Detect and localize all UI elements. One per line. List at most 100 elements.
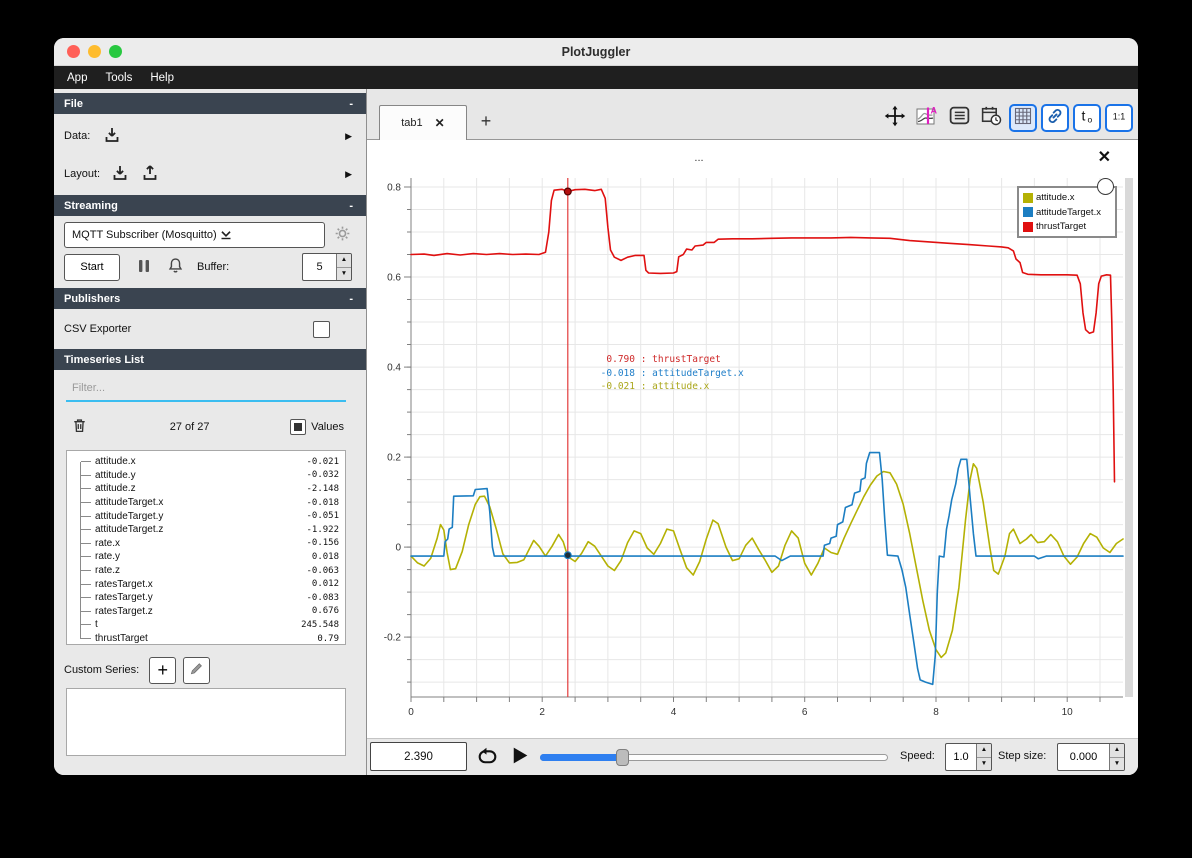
legend-entry[interactable]: thrustTarget bbox=[1023, 221, 1111, 232]
filter-input[interactable] bbox=[66, 376, 346, 400]
t0-icon: to bbox=[1077, 106, 1097, 131]
maximize-window-button[interactable] bbox=[109, 45, 122, 58]
datetime-button[interactable] bbox=[977, 104, 1005, 132]
spin-down-button[interactable]: ▼ bbox=[977, 757, 991, 770]
svg-text:t: t bbox=[1082, 107, 1086, 123]
spin-up-button[interactable]: ▲ bbox=[337, 254, 351, 268]
legend-label: thrustTarget bbox=[1036, 221, 1087, 232]
play-button[interactable] bbox=[508, 744, 531, 770]
edit-custom-series-button[interactable] bbox=[183, 656, 211, 684]
time-offset-button[interactable]: to bbox=[1073, 104, 1101, 132]
speed-spinbox[interactable]: 1.0 ▲ ▼ bbox=[945, 743, 992, 771]
pause-button[interactable] bbox=[136, 257, 152, 278]
gear-icon bbox=[333, 224, 352, 246]
timeseries-row[interactable]: ratesTarget.x 0.012 bbox=[73, 577, 339, 591]
custom-series-list[interactable] bbox=[66, 688, 346, 756]
buffer-spinbox[interactable]: 5 ▲ ▼ bbox=[302, 253, 352, 281]
minimize-window-button[interactable] bbox=[88, 45, 101, 58]
legend-handle-icon[interactable] bbox=[1097, 178, 1114, 195]
spin-up-button[interactable]: ▲ bbox=[1110, 744, 1124, 758]
spin-up-button[interactable]: ▲ bbox=[977, 744, 991, 758]
trash-icon bbox=[70, 416, 89, 438]
spin-down-button[interactable]: ▼ bbox=[1110, 757, 1124, 770]
section-header-file[interactable]: File - bbox=[54, 93, 366, 114]
timeseries-list[interactable]: attitude.x -0.021 attitude.y -0.032 attitude… bbox=[66, 450, 346, 645]
timeseries-row[interactable]: rate.z -0.063 bbox=[73, 564, 339, 578]
tab-tab1[interactable]: tab1 ✕ bbox=[379, 105, 467, 140]
step-size-spinbox[interactable]: 0.000 ▲ ▼ bbox=[1057, 743, 1125, 771]
timeseries-row[interactable]: t 245.548 bbox=[73, 618, 339, 632]
series-name: attitude.z bbox=[95, 483, 136, 495]
tab-close-icon[interactable]: ✕ bbox=[435, 116, 445, 130]
svg-text:1:1: 1:1 bbox=[1113, 111, 1126, 121]
slider-handle[interactable] bbox=[615, 749, 629, 766]
data-menu-arrow[interactable]: ▶ bbox=[345, 131, 352, 142]
plot-toolbar: A t o 1:1 bbox=[881, 104, 1133, 132]
tree-connector bbox=[81, 515, 91, 517]
tree-connector bbox=[81, 624, 91, 626]
timeseries-row[interactable]: attitude.z -2.148 bbox=[73, 482, 339, 496]
start-button[interactable]: Start bbox=[64, 253, 120, 281]
timeseries-row[interactable]: rate.x -0.156 bbox=[73, 537, 339, 551]
loop-button[interactable] bbox=[475, 744, 500, 772]
load-layout-button[interactable] bbox=[110, 163, 130, 186]
streaming-settings-button[interactable] bbox=[333, 224, 352, 246]
series-count: 27 of 27 bbox=[169, 421, 210, 433]
menu-item-tools[interactable]: Tools bbox=[96, 70, 141, 86]
notifications-button[interactable] bbox=[166, 256, 185, 278]
streaming-source-select[interactable]: MQTT Subscriber (Mosquitto) bbox=[64, 222, 325, 248]
grid-layout-button[interactable] bbox=[1009, 104, 1037, 132]
time-field[interactable]: 2.390 bbox=[370, 742, 467, 771]
menu-item-help[interactable]: Help bbox=[141, 70, 183, 86]
link-axes-button[interactable] bbox=[1041, 104, 1069, 132]
close-window-button[interactable] bbox=[67, 45, 80, 58]
svg-text:0.4: 0.4 bbox=[387, 363, 401, 374]
timeseries-row[interactable]: attitudeTarget.y -0.051 bbox=[73, 509, 339, 523]
series-name: attitudeTarget.y bbox=[95, 510, 164, 522]
spin-down-button[interactable]: ▼ bbox=[337, 267, 351, 280]
legend-label: attitudeTarget.x bbox=[1036, 206, 1101, 218]
svg-text:6: 6 bbox=[802, 707, 808, 718]
tree-connector bbox=[81, 529, 91, 531]
add-tab-button[interactable]: + bbox=[475, 111, 497, 131]
section-header-publishers[interactable]: Publishers - bbox=[54, 288, 366, 309]
list-icon bbox=[948, 104, 971, 132]
timeseries-row[interactable]: rate.y 0.018 bbox=[73, 550, 339, 564]
load-data-button[interactable] bbox=[102, 125, 122, 148]
delete-series-button[interactable] bbox=[70, 416, 89, 438]
timeline-slider[interactable] bbox=[540, 749, 888, 766]
plot-close-button[interactable]: ✕ bbox=[1098, 150, 1111, 166]
add-custom-series-button[interactable]: + bbox=[149, 656, 177, 684]
csv-exporter-checkbox[interactable] bbox=[313, 320, 330, 338]
section-header-streaming[interactable]: Streaming - bbox=[54, 195, 366, 216]
values-checkbox[interactable] bbox=[290, 419, 307, 435]
timeseries-row[interactable]: ratesTarget.z 0.676 bbox=[73, 605, 339, 619]
speed-value: 1.0 bbox=[953, 751, 969, 763]
section-header-timeseries[interactable]: Timeseries List bbox=[54, 349, 366, 370]
timeseries-row[interactable]: attitude.y -0.032 bbox=[73, 469, 339, 483]
legend-entry[interactable]: attitude.x bbox=[1023, 192, 1111, 203]
legend-entry[interactable]: attitudeTarget.x bbox=[1023, 207, 1111, 218]
box-zoom-button[interactable]: A bbox=[913, 104, 941, 132]
sidebar: File - Data: ▶ Layout: ▶ Streaming - MQT… bbox=[54, 89, 367, 775]
title-bar[interactable]: PlotJuggler bbox=[54, 38, 1138, 66]
layout-menu-arrow[interactable]: ▶ bbox=[345, 169, 352, 180]
curve-list-button[interactable] bbox=[945, 104, 973, 132]
timeseries-row[interactable]: attitude.x -0.021 bbox=[73, 455, 339, 469]
app-window: PlotJuggler App Tools Help File - Data: ▶ … bbox=[54, 38, 1138, 775]
timeseries-row[interactable]: attitudeTarget.z -1.922 bbox=[73, 523, 339, 537]
tree-connector bbox=[81, 610, 91, 612]
move-arrows-icon bbox=[884, 105, 906, 132]
menu-item-app[interactable]: App bbox=[58, 70, 96, 86]
playback-controls: 2.390 Speed: 1.0 ▲ ▼ Step size: 0.000 ▲ … bbox=[367, 738, 1138, 775]
timeseries-row[interactable]: attitudeTarget.x -0.018 bbox=[73, 496, 339, 510]
series-name: rate.y bbox=[95, 551, 121, 563]
series-name: attitude.y bbox=[95, 469, 136, 481]
pan-zoom-button[interactable] bbox=[881, 104, 909, 132]
save-layout-button[interactable] bbox=[140, 163, 160, 186]
timeseries-row[interactable]: ratesTarget.y -0.083 bbox=[73, 591, 339, 605]
timeseries-row[interactable]: thrustTarget 0.79 bbox=[73, 632, 339, 644]
tracker-readout-line: -0.018 : attitudeTarget.x bbox=[600, 367, 744, 379]
svg-text:A: A bbox=[931, 105, 938, 115]
ratio-1-1-button[interactable]: 1:1 bbox=[1105, 104, 1133, 132]
